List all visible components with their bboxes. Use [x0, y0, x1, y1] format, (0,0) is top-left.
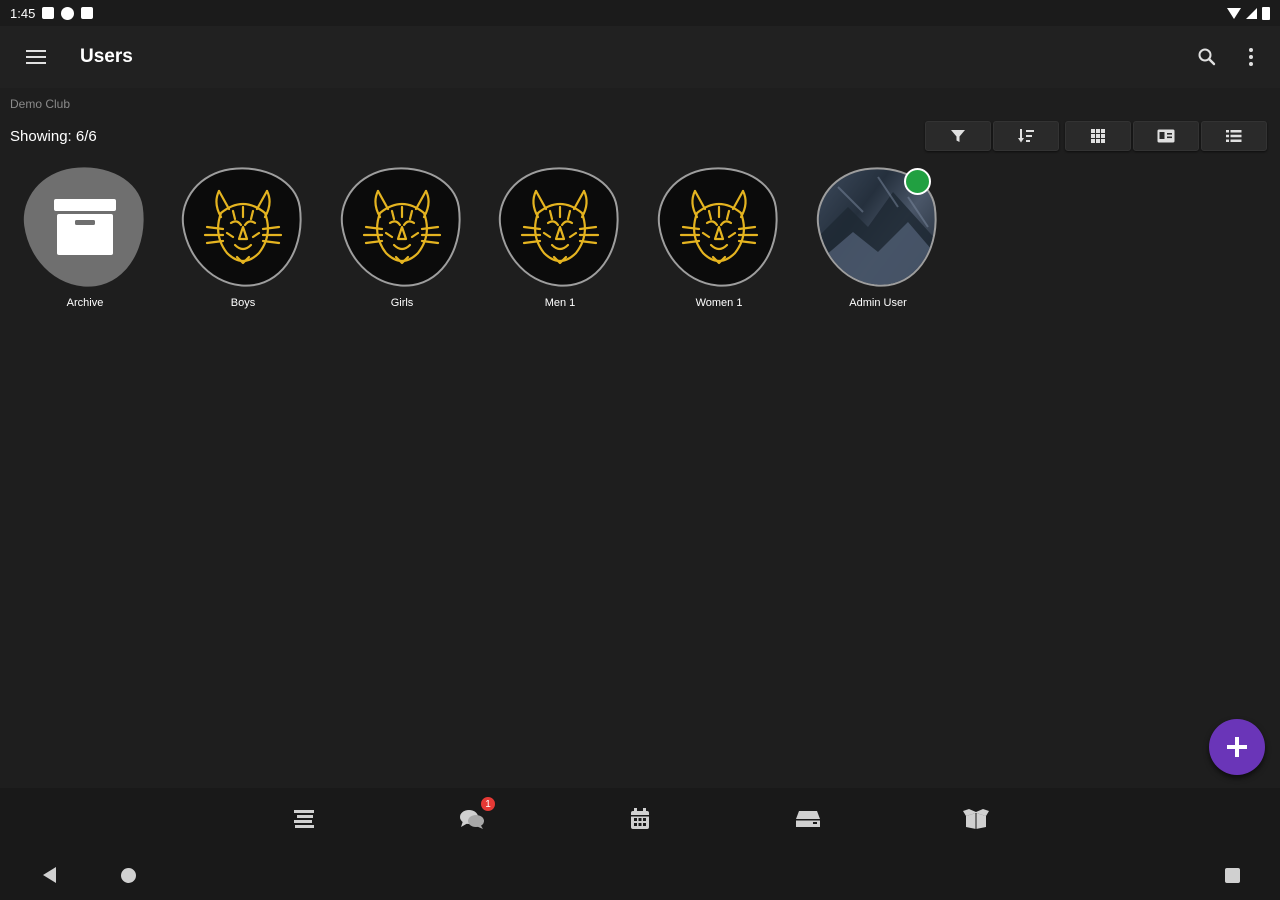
- calendar-icon: [631, 808, 649, 829]
- chat-icon: [460, 810, 484, 829]
- back-button[interactable]: [36, 862, 62, 888]
- wifi-icon: [1227, 7, 1241, 19]
- battery-icon: [1262, 6, 1270, 20]
- tile-women-1[interactable]: Women 1: [634, 159, 787, 315]
- id-card-icon: [1157, 129, 1175, 143]
- team-avatar: [651, 159, 787, 295]
- archive-avatar: [17, 159, 153, 295]
- status-time: 1:45: [10, 5, 36, 21]
- status-bar: 1:45: [0, 0, 1280, 26]
- tile-label: Boys: [230, 297, 256, 309]
- bottom-navigation: 1: [0, 788, 1280, 850]
- tile-label: Archive: [66, 297, 104, 309]
- menu-button[interactable]: [0, 26, 72, 88]
- tile-girls[interactable]: Girls: [317, 159, 470, 315]
- list-icon: [294, 810, 314, 828]
- nav-item-inbox[interactable]: [724, 788, 892, 850]
- list-view-button[interactable]: [1201, 121, 1267, 151]
- filter-button[interactable]: [925, 121, 991, 151]
- list-icon: [1226, 130, 1242, 142]
- inbox-icon: [796, 811, 820, 827]
- app-bar: Users: [0, 26, 1280, 88]
- search-icon: [1198, 48, 1216, 66]
- sort-icon: [1018, 129, 1034, 143]
- tile-label: Admin User: [849, 297, 907, 309]
- recents-button[interactable]: [1219, 862, 1245, 888]
- app-actions: [1192, 26, 1266, 88]
- tiger-emblem-icon: [203, 189, 283, 265]
- team-avatar: [492, 159, 628, 295]
- status-right: [1227, 6, 1270, 20]
- back-triangle-icon: [42, 867, 56, 883]
- more-options-button[interactable]: [1236, 42, 1266, 72]
- tile-men-1[interactable]: Men 1: [475, 159, 628, 315]
- online-status-indicator: [904, 168, 931, 195]
- tile-label: Girls: [390, 297, 414, 309]
- nav-item-box[interactable]: [892, 788, 1060, 850]
- grid-view-button[interactable]: [1065, 121, 1131, 151]
- app-notification-icon: [61, 6, 75, 20]
- view-mode-group: [1065, 121, 1267, 151]
- chat-unread-badge: 1: [480, 796, 496, 812]
- filter-icon: [951, 130, 965, 142]
- tiger-emblem-icon: [520, 189, 600, 265]
- showing-count: Showing: 6/6: [10, 128, 97, 145]
- signal-icon: [1246, 7, 1257, 19]
- sort-button[interactable]: [993, 121, 1059, 151]
- archive-box-icon: [54, 199, 116, 255]
- sd-card-icon: [81, 7, 94, 19]
- card-view-button[interactable]: [1133, 121, 1199, 151]
- status-left: 1:45: [10, 5, 94, 21]
- hamburger-icon: [26, 50, 46, 64]
- page-title: Users: [80, 46, 133, 67]
- add-user-button[interactable]: [1209, 719, 1265, 775]
- team-avatar: [175, 159, 311, 295]
- more-vert-icon: [1249, 48, 1253, 66]
- view-toolbar: [925, 121, 1267, 151]
- box-icon: [963, 809, 989, 829]
- tiger-emblem-icon: [362, 189, 442, 265]
- tile-archive[interactable]: Archive: [0, 159, 153, 315]
- club-name: Demo Club: [10, 97, 71, 111]
- nav-item-chat[interactable]: 1: [388, 788, 556, 850]
- tile-boys[interactable]: Boys: [158, 159, 311, 315]
- search-button[interactable]: [1192, 42, 1222, 72]
- home-circle-icon: [120, 867, 136, 883]
- nav-item-list[interactable]: [220, 788, 388, 850]
- plus-icon: [1227, 737, 1247, 757]
- tile-label: Women 1: [695, 297, 743, 309]
- system-navigation-bar: [0, 850, 1280, 900]
- tile-label: Men 1: [544, 297, 576, 309]
- nav-item-calendar[interactable]: [556, 788, 724, 850]
- tiger-emblem-icon: [679, 189, 759, 265]
- grid-icon: [1091, 129, 1105, 143]
- team-avatar: [334, 159, 470, 295]
- filter-sort-group: [925, 121, 1059, 151]
- recents-square-icon: [1224, 867, 1240, 883]
- tile-admin-user[interactable]: Admin User: [793, 159, 946, 315]
- notification-icon: [42, 7, 55, 19]
- home-button[interactable]: [115, 862, 141, 888]
